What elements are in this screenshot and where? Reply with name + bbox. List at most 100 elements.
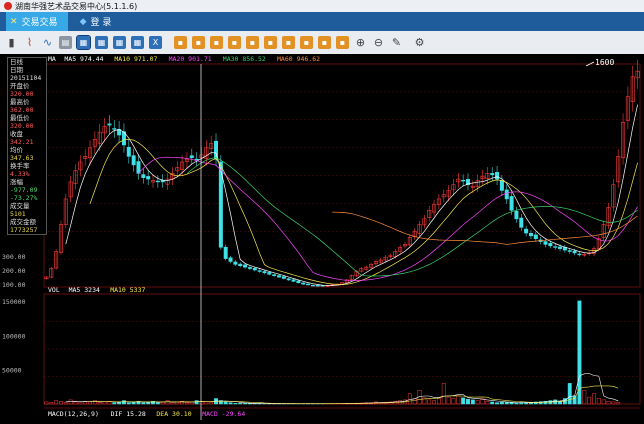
info-open: 320.00	[8, 90, 46, 98]
zoom-out-icon[interactable]: ⊖	[372, 36, 385, 49]
bar-chart-icon[interactable]: ▮	[5, 36, 18, 49]
candle-body	[495, 172, 498, 179]
candle-body	[529, 233, 532, 236]
info-avg-label: 均价	[8, 146, 46, 154]
info-avg: 347.63	[8, 154, 46, 162]
volume-bar	[442, 383, 445, 404]
info-change-label: 涨幅	[8, 178, 46, 186]
function-3-icon[interactable]: ▪	[210, 36, 223, 49]
candle-body	[243, 265, 246, 267]
info-volume: 5101	[8, 210, 46, 218]
period-3-icon[interactable]: ▦	[113, 36, 126, 49]
volume-bar	[476, 401, 479, 404]
candle-body	[263, 272, 266, 273]
volume-bar	[166, 401, 169, 404]
volume-bar	[69, 400, 72, 404]
volume-bar	[573, 396, 576, 404]
legend-item: MA60 946.62	[277, 55, 320, 63]
candle-body	[253, 268, 256, 270]
info-close: 342.21	[8, 138, 46, 146]
volume-bar	[452, 399, 455, 405]
candle-body	[311, 285, 314, 286]
volume-bar	[583, 390, 586, 404]
toolbar: ▮ ⌇ ∿ ▤ ▦ ▦ ▦ ▦ X ▪ ▪ ▪ ▪ ▪ ▪ ▪ ▪ ▪ ▪ ⊕ …	[0, 31, 644, 54]
info-open-label: 开盘价	[8, 82, 46, 90]
login-icon: ◆	[80, 17, 87, 27]
period-5-icon[interactable]: X	[149, 36, 162, 49]
candle-body	[113, 129, 116, 130]
candle-body	[258, 271, 261, 272]
candle-body	[578, 254, 581, 255]
volume-bar	[447, 397, 450, 404]
volume-bar	[122, 401, 125, 404]
function-2-icon[interactable]: ▪	[192, 36, 205, 49]
candle-body	[316, 285, 319, 286]
candle-body	[297, 281, 300, 283]
volume-bar	[195, 401, 198, 404]
function-8-icon[interactable]: ▪	[300, 36, 313, 49]
legend-item: MA5 974.44	[64, 55, 103, 63]
function-1-icon[interactable]: ▪	[174, 36, 187, 49]
settings-icon[interactable]: ⚙	[413, 36, 426, 49]
tab-bar: ✕ 交易交易 ◆ 登 录	[0, 12, 644, 31]
legend-item: MACD(12,26,9)	[48, 410, 99, 418]
volume-bar	[428, 400, 431, 404]
candle-body	[558, 247, 561, 249]
period-4-icon[interactable]: ▦	[131, 36, 144, 49]
trade-icon: ✕	[10, 17, 18, 27]
volume-bar	[495, 403, 498, 404]
legend-item: MA10 971.07	[114, 55, 157, 63]
candle-body	[505, 190, 508, 199]
legend-item: MA	[48, 55, 56, 63]
info-change-pct: -73.27%	[8, 194, 46, 202]
period-2-icon[interactable]: ▦	[95, 36, 108, 49]
volume-bar	[113, 403, 116, 404]
volume-bar	[592, 394, 595, 404]
volume-bar	[457, 396, 460, 404]
candle-body	[127, 147, 130, 156]
candle-icon[interactable]: ⌇	[23, 36, 36, 49]
volume-bar	[98, 403, 101, 404]
candle-body	[224, 247, 227, 258]
function-9-icon[interactable]: ▪	[318, 36, 331, 49]
candle-body	[234, 262, 237, 264]
info-turnover: 4.33%	[8, 170, 46, 178]
tab-login[interactable]: ◆ 登 录	[76, 12, 122, 31]
function-4-icon[interactable]: ▪	[228, 36, 241, 49]
info-low: 320.00	[8, 122, 46, 130]
function-10-icon[interactable]: ▪	[336, 36, 349, 49]
candle-body	[277, 276, 280, 277]
chart-grid	[44, 64, 640, 408]
app-logo-icon	[4, 2, 12, 10]
peak-label: 1600	[595, 58, 614, 67]
volume-bar	[50, 403, 53, 404]
kline-chart[interactable]: MAMA5 974.44MA10 971.07MA20 901.71MA30 8…	[0, 54, 644, 420]
zoom-in-icon[interactable]: ⊕	[354, 36, 367, 49]
volume-bar	[224, 402, 227, 404]
line-icon[interactable]: ∿	[41, 36, 54, 49]
draw-icon[interactable]: ✎	[390, 36, 403, 49]
volume-axis-label: 150000	[2, 298, 26, 306]
table-icon[interactable]: ▤	[59, 36, 72, 49]
volume-bar	[432, 401, 435, 404]
function-5-icon[interactable]: ▪	[246, 36, 259, 49]
chart-area[interactable]: MAMA5 974.44MA10 971.07MA20 901.71MA30 8…	[0, 54, 644, 420]
volume-bar	[491, 402, 494, 404]
candle-body	[282, 277, 285, 279]
volume-bar	[142, 403, 145, 404]
volume-bar	[185, 403, 188, 404]
candle-body	[568, 251, 571, 252]
volume-bar	[500, 402, 503, 404]
volume-bar	[413, 399, 416, 405]
volume-bar	[243, 403, 246, 404]
macd-legend: MACD(12,26,9)DIF 15.28DEA 30.10MACD -29.…	[48, 410, 245, 418]
volume-bars	[45, 301, 620, 404]
period-1-icon[interactable]: ▦	[77, 36, 90, 49]
candle-body	[544, 242, 547, 245]
function-7-icon[interactable]: ▪	[282, 36, 295, 49]
tab-login-label: 登 录	[90, 15, 111, 28]
title-bar: 湖南华强艺术品交易中心(5.1.1.6)	[0, 0, 644, 12]
volume-bar	[486, 401, 489, 404]
function-6-icon[interactable]: ▪	[264, 36, 277, 49]
tab-trading[interactable]: ✕ 交易交易	[6, 12, 68, 31]
